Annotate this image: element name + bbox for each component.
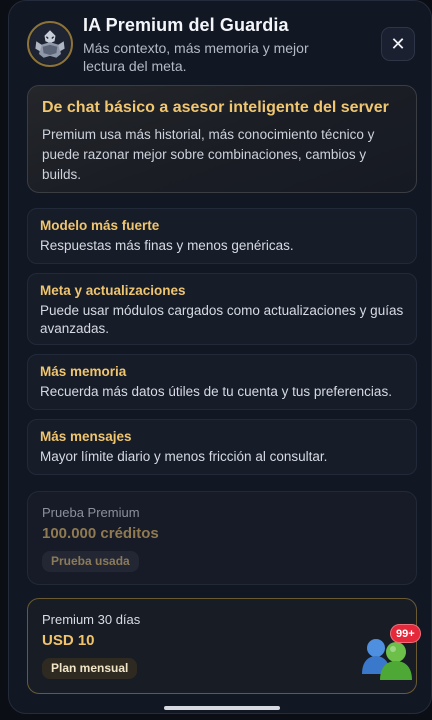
feature-card-memory: Más memoria Recuerda más datos útiles de… — [27, 354, 417, 410]
plan-price: 100.000 créditos — [42, 525, 159, 542]
notification-badge: 99+ — [390, 624, 421, 643]
plan-name: Prueba Premium — [42, 505, 140, 520]
feature-title: Más memoria — [40, 364, 127, 379]
guardian-icon — [29, 23, 71, 65]
close-icon: ✕ — [390, 33, 406, 54]
plan-name: Premium 30 días — [42, 612, 141, 627]
feature-title: Meta y actualizaciones — [40, 283, 186, 298]
modal-subtitle: Más contexto, más memoria y mejor lectur… — [83, 40, 309, 74]
guardian-avatar — [27, 21, 73, 67]
close-button[interactable]: ✕ — [381, 27, 415, 61]
feature-text: Mayor límite diario y menos fricción al … — [40, 449, 328, 464]
modal-title: IA Premium del Guardia — [83, 15, 289, 35]
modal-header: IA Premium del Guardia Más contexto, más… — [27, 15, 417, 77]
feature-text: Respuestas más finas y menos genéricas. — [40, 238, 294, 253]
hero-card: De chat básico a asesor inteligente del … — [27, 85, 417, 193]
feature-card-model: Modelo más fuerte Respuestas más finas y… — [27, 208, 417, 264]
hero-title: De chat básico a asesor inteligente del … — [42, 99, 389, 116]
premium-modal: IA Premium del Guardia Más contexto, más… — [8, 0, 432, 714]
plan-card-trial[interactable]: Prueba Premium 100.000 créditos Prueba u… — [27, 491, 417, 585]
plan-card-monthly[interactable]: Premium 30 días USD 10 Plan mensual — [27, 598, 417, 694]
plan-badge: Plan mensual — [42, 658, 138, 679]
feature-title: Modelo más fuerte — [40, 218, 160, 233]
feature-text: Puede usar módulos cargados como actuali… — [40, 303, 404, 336]
plan-badge: Prueba usada — [42, 551, 139, 572]
feature-text: Recuerda más datos útiles de tu cuenta y… — [40, 384, 392, 399]
feature-card-messages: Más mensajes Mayor límite diario y menos… — [27, 419, 417, 475]
hero-text: Premium usa más historial, más conocimie… — [42, 127, 375, 182]
plan-price: USD 10 — [42, 632, 95, 649]
feature-card-meta: Meta y actualizaciones Puede usar módulo… — [27, 273, 417, 345]
home-indicator — [164, 706, 280, 710]
feature-title: Más mensajes — [40, 429, 132, 444]
